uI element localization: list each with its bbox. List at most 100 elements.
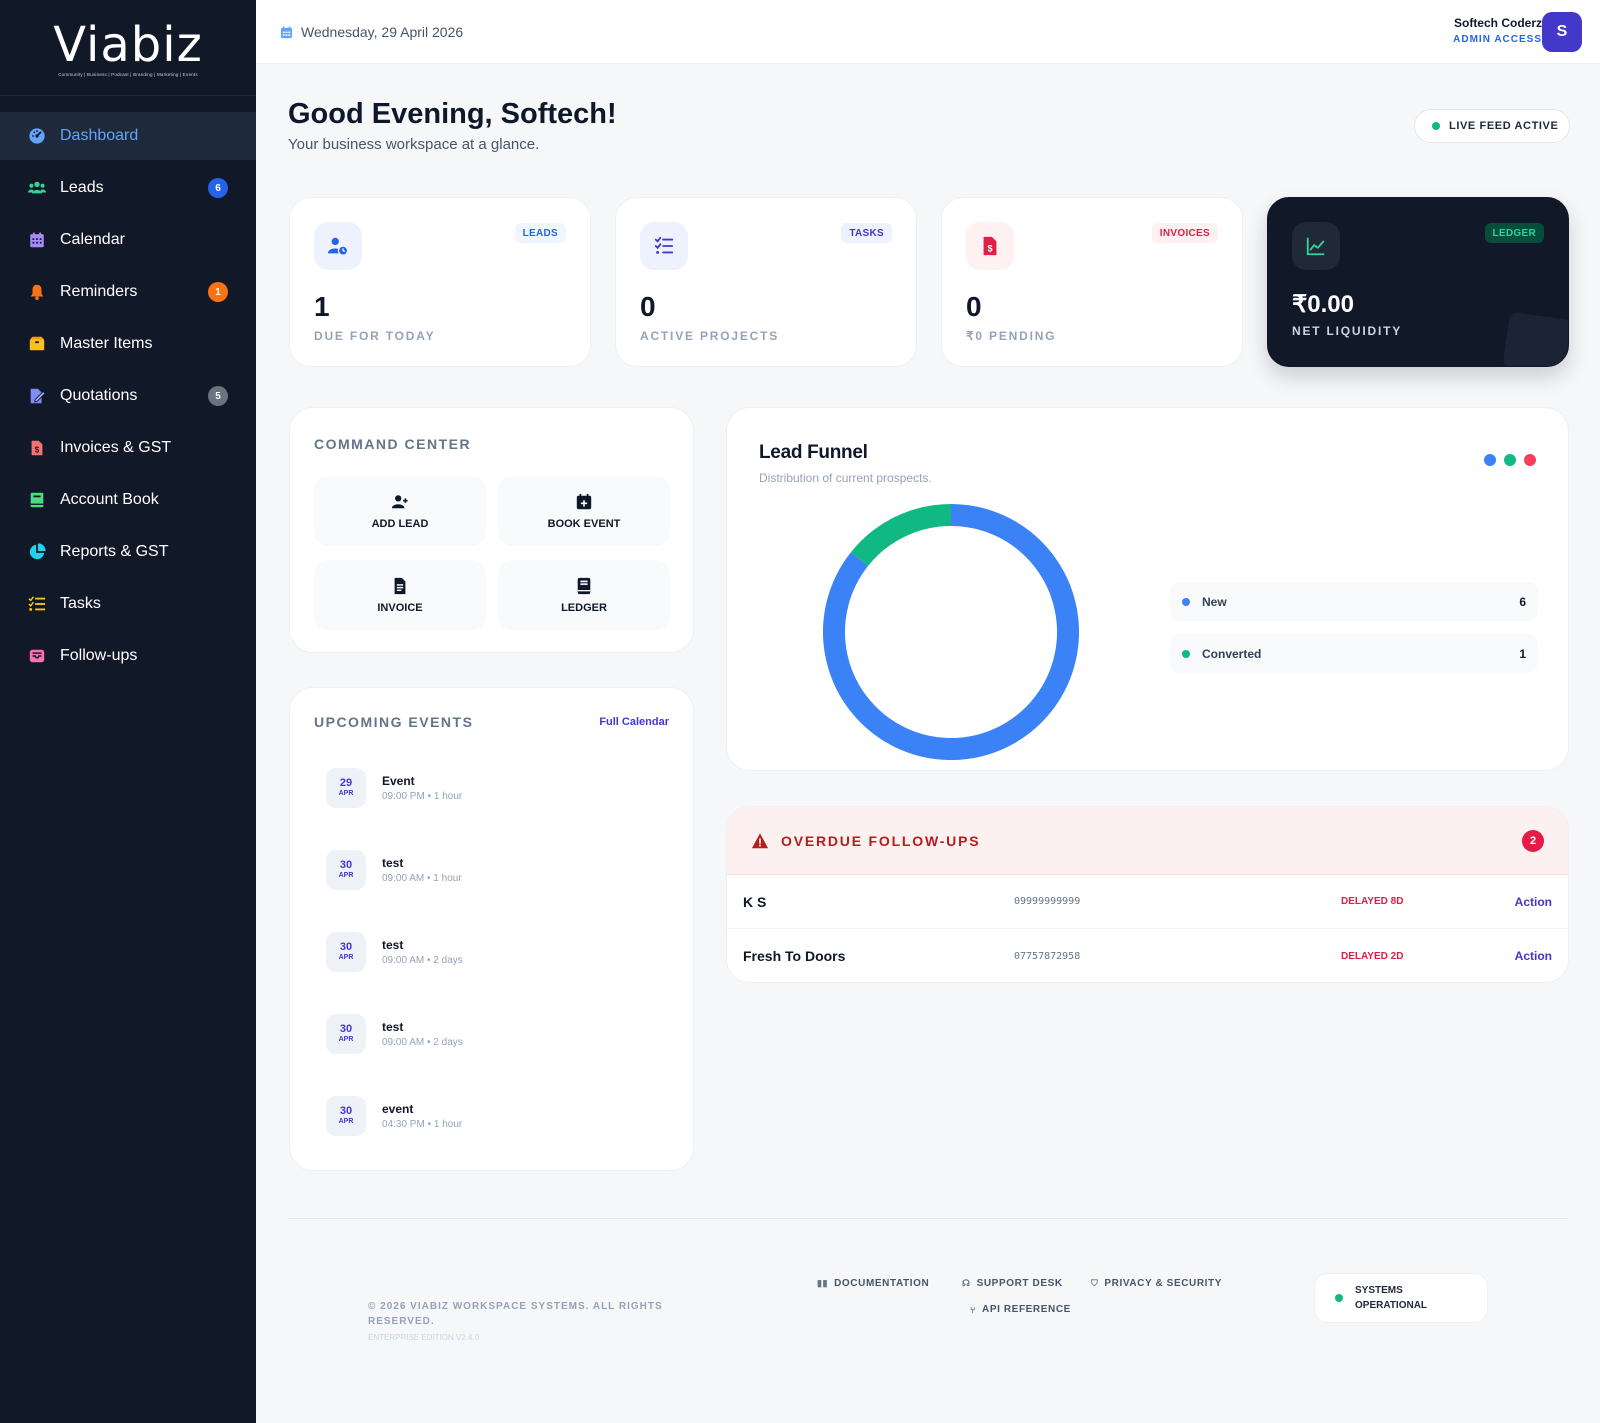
- full-calendar-link[interactable]: Full Calendar: [599, 716, 669, 728]
- stat-tag: LEDGER: [1484, 223, 1544, 243]
- page-subtitle: Your business workspace at a glance.: [288, 136, 540, 153]
- stat-card-tasks[interactable]: TASKS 0 ACTIVE PROJECTS: [615, 197, 917, 367]
- reminders-count-badge: 1: [208, 282, 228, 302]
- event-title: Event: [382, 774, 415, 788]
- sidebar-item-quotations[interactable]: Quotations 5: [0, 372, 256, 420]
- greeting: Good Evening, Softech! Your business wor…: [288, 98, 617, 153]
- stat-card-invoices[interactable]: $ INVOICES 0 ₹0 PENDING: [941, 197, 1243, 367]
- sidebar-item-follow-ups[interactable]: Follow-ups: [0, 632, 256, 680]
- sidebar-item-label: Tasks: [60, 595, 101, 612]
- user-role: ADMIN ACCESS: [1453, 34, 1542, 45]
- action-link[interactable]: Action: [1515, 895, 1552, 909]
- book-event-button[interactable]: BOOK EVENT: [498, 476, 670, 546]
- chart-line-icon: [1292, 222, 1340, 270]
- documentation-link[interactable]: ▮▮ DOCUMENTATION: [817, 1278, 929, 1289]
- stat-label: ₹0 PENDING: [966, 329, 1057, 343]
- gauge-icon: [28, 127, 46, 145]
- calendar-icon: [28, 231, 46, 249]
- sidebar-item-label: Account Book: [60, 491, 159, 508]
- sidebar-item-invoices-gst[interactable]: $ Invoices & GST: [0, 424, 256, 472]
- invoice-button[interactable]: INVOICE: [314, 560, 486, 630]
- contact-phone: 07757872958: [1014, 950, 1081, 962]
- privacy-security-link[interactable]: ⛉ PRIVACY & SECURITY: [1091, 1278, 1222, 1289]
- legend-row-converted[interactable]: Converted 1: [1170, 634, 1538, 673]
- sidebar-nav: Dashboard Leads 6 Calendar Reminders 1 M…: [0, 112, 256, 680]
- event-item[interactable]: 30 APR test 09:00 AM • 1 hour: [326, 850, 462, 890]
- list-check-icon: [28, 595, 46, 613]
- stat-value: 0: [966, 291, 982, 322]
- sidebar-item-master-items[interactable]: Master Items: [0, 320, 256, 368]
- api-reference-link[interactable]: ⑂ API REFERENCE: [970, 1304, 1071, 1315]
- event-date-badge: 29 APR: [326, 768, 366, 808]
- sidebar-item-label: Leads: [60, 179, 104, 196]
- svg-text:$: $: [987, 244, 992, 254]
- link-label: API REFERENCE: [982, 1304, 1071, 1315]
- action-link[interactable]: Action: [1515, 949, 1552, 963]
- wallet-decoration: [1502, 311, 1568, 366]
- sidebar-item-calendar[interactable]: Calendar: [0, 216, 256, 264]
- legend-row-new[interactable]: New 6: [1170, 582, 1538, 621]
- stat-label: NET LIQUIDITY: [1292, 324, 1403, 338]
- sidebar-item-reports-gst[interactable]: Reports & GST: [0, 528, 256, 576]
- button-label: ADD LEAD: [371, 517, 429, 530]
- legend-value: 6: [1519, 594, 1526, 609]
- event-title: test: [382, 938, 404, 952]
- ledger-button[interactable]: LEDGER: [498, 560, 670, 630]
- event-day: 30: [339, 859, 353, 871]
- status-dot: [1335, 1294, 1343, 1302]
- event-item[interactable]: 29 APR Event 09:00 PM • 1 hour: [326, 768, 462, 808]
- sidebar-item-dashboard[interactable]: Dashboard: [0, 112, 256, 160]
- stat-value: 0: [640, 291, 656, 322]
- event-day: 29: [339, 777, 353, 789]
- lead-funnel-card: Lead Funnel Distribution of current pros…: [726, 407, 1569, 771]
- event-day: 30: [339, 1023, 353, 1035]
- sidebar-item-tasks[interactable]: Tasks: [0, 580, 256, 628]
- link-label: SUPPORT DESK: [976, 1278, 1063, 1289]
- stat-card-ledger[interactable]: LEDGER ₹0.00 NET LIQUIDITY: [1267, 197, 1569, 367]
- table-row: K S 09999999999 DELAYED 8D Action: [727, 875, 1568, 929]
- live-feed-badge: LIVE FEED ACTIVE: [1414, 109, 1570, 143]
- overdue-count-badge: 2: [1522, 830, 1544, 852]
- event-item[interactable]: 30 APR event 04:30 PM • 1 hour: [326, 1096, 462, 1136]
- leads-count-badge: 6: [208, 178, 228, 198]
- donut-slice-converted[interactable]: [850, 504, 952, 567]
- event-date-badge: 30 APR: [326, 1096, 366, 1136]
- user-info[interactable]: Softech Coderz ADMIN ACCESS: [1453, 16, 1542, 45]
- book-icon: ▮▮: [817, 1278, 829, 1288]
- calendar-icon: [280, 25, 293, 38]
- brand-logo[interactable]: Viabiz Community | Business | Podcast | …: [0, 0, 256, 96]
- support-desk-link[interactable]: ☊ SUPPORT DESK: [962, 1278, 1063, 1289]
- event-day: 30: [339, 941, 353, 953]
- event-item[interactable]: 30 APR test 09:00 AM • 2 days: [326, 932, 463, 972]
- event-date-badge: 30 APR: [326, 1014, 366, 1054]
- current-date: Wednesday, 29 April 2026: [280, 24, 463, 40]
- system-status-badge: SYSTEMS OPERATIONAL: [1314, 1273, 1488, 1323]
- stat-value: ₹0.00: [1292, 291, 1354, 318]
- add-lead-button[interactable]: ADD LEAD: [314, 476, 486, 546]
- sidebar-item-leads[interactable]: Leads 6: [0, 164, 256, 212]
- event-month: APR: [338, 1118, 354, 1125]
- sidebar-item-account-book[interactable]: Account Book: [0, 476, 256, 524]
- event-date-badge: 30 APR: [326, 850, 366, 890]
- stat-card-leads[interactable]: LEADS 1 DUE FOR TODAY: [289, 197, 591, 367]
- sidebar-item-label: Master Items: [60, 335, 153, 352]
- page-title: Good Evening, Softech!: [288, 98, 617, 130]
- sidebar-item-reminders[interactable]: Reminders 1: [0, 268, 256, 316]
- book-icon: [28, 491, 46, 509]
- link-label: DOCUMENTATION: [834, 1278, 930, 1289]
- footer-divider: [288, 1218, 1568, 1219]
- event-item[interactable]: 30 APR test 09:00 AM • 2 days: [326, 1014, 463, 1054]
- invoice-icon: $: [28, 439, 46, 457]
- calendar-plus-icon: [576, 493, 592, 509]
- avatar[interactable]: S: [1542, 12, 1582, 52]
- event-title: test: [382, 1020, 404, 1034]
- contact-name: Fresh To Doors: [743, 948, 846, 964]
- button-label: INVOICE: [377, 601, 423, 614]
- legend-dot: [1484, 454, 1496, 466]
- invoice-dollar-icon: $: [966, 222, 1014, 270]
- lead-funnel-donut-chart[interactable]: [823, 504, 1079, 760]
- stat-tag: LEADS: [514, 223, 566, 243]
- stat-label: ACTIVE PROJECTS: [640, 329, 780, 343]
- warning-triangle-icon: [751, 832, 769, 848]
- legend-label: Converted: [1202, 646, 1262, 661]
